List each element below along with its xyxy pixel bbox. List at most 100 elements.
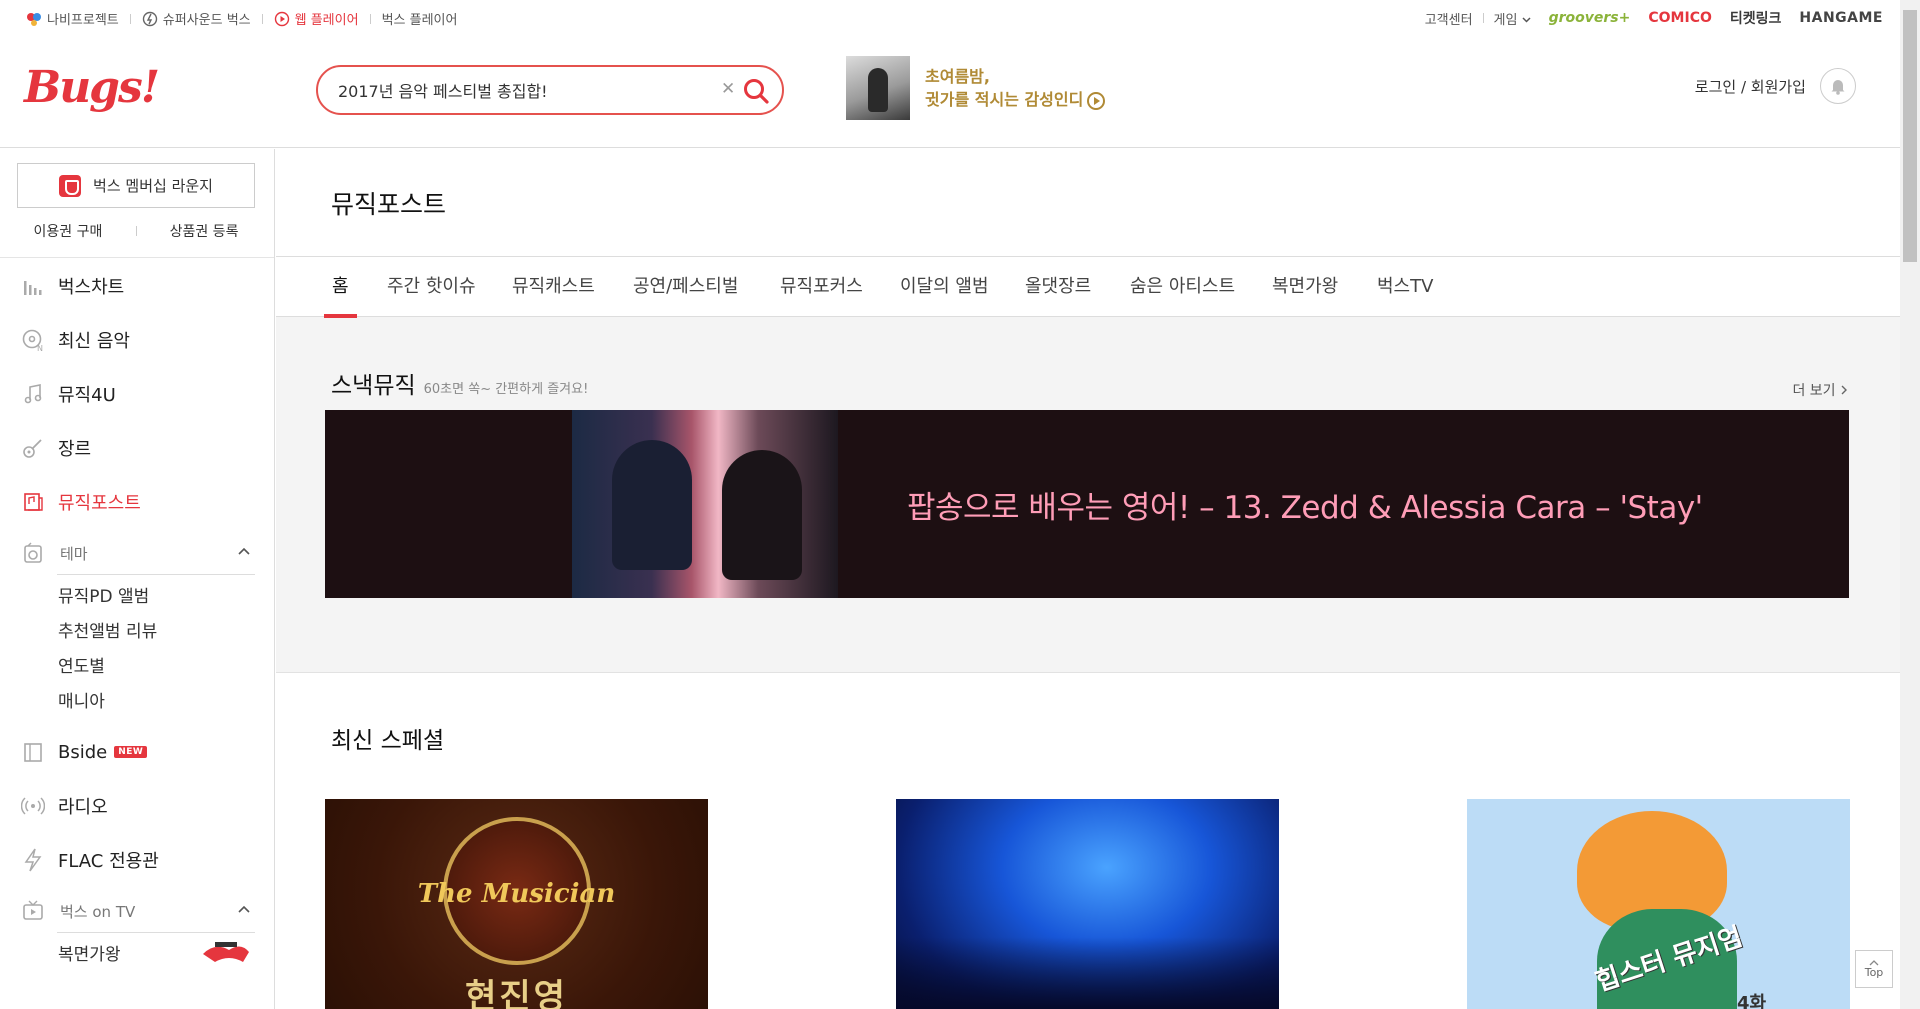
game-label: 게임 [1493, 12, 1518, 28]
sidebar-group-label: 벅스 on TV [60, 902, 136, 921]
tab-concert-festival[interactable]: 공연/페스티벌 [633, 257, 738, 317]
sidebar-item-chart[interactable]: 벅스차트 [0, 259, 274, 313]
chevron-down-icon [1522, 16, 1531, 23]
more-link[interactable]: 더 보기 [1792, 380, 1848, 400]
tab-music-cast[interactable]: 뮤직캐스트 [512, 257, 595, 317]
scroll-top-button[interactable]: Top [1855, 950, 1893, 988]
scrollbar-thumb[interactable] [1903, 10, 1917, 262]
sidebar-item-new-music[interactable]: N 최신 음악 [0, 313, 274, 367]
play-circle-icon[interactable] [1087, 91, 1106, 110]
ticketlink-link[interactable]: 티켓링크 [1730, 8, 1782, 28]
tab-music-focus[interactable]: 뮤직포커스 [780, 257, 863, 317]
sidebar-item-radio[interactable]: 라디오 [0, 779, 274, 833]
tab-bugs-tv[interactable]: 벅스TV [1377, 257, 1433, 317]
sidebar-nav: 벅스차트 N 최신 음악 뮤직4U 장르 뮤직포스트 테마 뮤직PD 앨범 추천… [0, 259, 274, 970]
sidebar-subitem[interactable]: 매니아 [0, 682, 274, 717]
chevron-up-icon [1869, 960, 1879, 966]
hangame-link[interactable]: HANGAME [1799, 10, 1883, 26]
book-icon [24, 743, 42, 762]
chevron-up-icon[interactable] [237, 545, 251, 559]
header-promo[interactable]: 초여름밤, 귓가를 적시는 감성인디 [846, 56, 1106, 120]
snack-music-section: 스낵뮤직 60초면 쏙~ 간편하게 즐겨요! 더 보기 팝송으로 배우는 영어! … [276, 318, 1900, 672]
buy-pass-link[interactable]: 이용권 구매 [34, 221, 103, 241]
notification-bell-button[interactable] [1820, 68, 1856, 104]
chevron-right-icon [1841, 385, 1847, 395]
tab-all-that-genre[interactable]: 올댓장르 [1025, 257, 1091, 317]
groovers-link[interactable]: groovers+ [1549, 10, 1631, 26]
sidebar-item-flac[interactable]: FLAC 전용관 [0, 833, 274, 887]
chevron-up-icon[interactable] [237, 903, 251, 917]
sidebar-item-music4u[interactable]: 뮤직4U [0, 367, 274, 421]
navi-project-label: 나비프로젝트 [47, 13, 119, 28]
snack-banner[interactable]: 팝송으로 배우는 영어! – 13. Zedd & Alessia Cara –… [325, 410, 1849, 598]
promo-thumbnail [846, 56, 910, 120]
divider [57, 574, 255, 575]
lightning-icon [24, 848, 42, 872]
sidebar-item-label: 최신 음악 [58, 331, 130, 352]
web-player-link[interactable]: 웹 플레이어 [274, 9, 359, 28]
membership-lounge-button[interactable]: 벅스 멤버십 라운지 [17, 163, 255, 208]
clear-search-icon[interactable]: ✕ [721, 79, 735, 99]
sidebar-item-label: 라디오 [58, 797, 108, 818]
card-caption: The Musician [417, 879, 616, 909]
comico-link[interactable]: COMICO [1648, 10, 1712, 26]
special-card[interactable]: The Musician 현진영 [325, 799, 708, 1009]
sidebar-group-tv[interactable]: 벅스 on TV [0, 887, 274, 935]
sidebar-item-label: FLAC 전용관 [58, 851, 159, 872]
supersound-link[interactable]: 슈퍼사운드 벅스 [142, 9, 251, 28]
chart-bars-icon [24, 281, 42, 295]
top-utility-bar: 나비프로젝트 슈퍼사운드 벅스 웹 플레이어 벅스 플레이어 고객센터 게임 g… [0, 0, 1900, 36]
tab-weekly-hot-issue[interactable]: 주간 핫이슈 [387, 257, 476, 317]
register-voucher-link[interactable]: 상품권 등록 [170, 221, 239, 241]
bugs-logo[interactable]: Bugs! [24, 62, 160, 113]
sidebar-group-theme[interactable]: 테마 [0, 529, 274, 577]
search-icon[interactable] [742, 77, 770, 105]
search-input[interactable] [338, 79, 708, 101]
sidebar-item-music-post[interactable]: 뮤직포스트 [0, 475, 274, 529]
page-header: 뮤직포스트 [276, 149, 1900, 257]
tab-album-of-month[interactable]: 이달의 앨범 [900, 257, 989, 317]
tab-home[interactable]: 홈 [324, 257, 356, 318]
sidebar-item-bside[interactable]: Bside NEW [0, 725, 274, 779]
membership-label: 벅스 멤버십 라운지 [93, 177, 213, 195]
left-sidebar: 벅스 멤버십 라운지 이용권 구매 상품권 등록 벅스차트 N 최신 음악 뮤직… [0, 149, 275, 1009]
main-content: 뮤직포스트 홈 주간 핫이슈 뮤직캐스트 공연/페스티벌 뮤직포커스 이달의 앨… [276, 149, 1900, 1009]
tab-hidden-artist[interactable]: 숨은 아티스트 [1130, 257, 1235, 317]
new-disc-icon: N [22, 329, 43, 352]
membership-icon [59, 174, 82, 197]
guitar-icon [23, 439, 42, 458]
card-name: 현진영 [465, 977, 568, 1009]
sidebar-group-label: 테마 [60, 544, 88, 563]
sidebar-subitem[interactable]: 연도별 [0, 647, 274, 682]
sidebar-item-genre[interactable]: 장르 [0, 421, 274, 475]
special-card[interactable]: 힙스터 뮤지엄 4화 [1467, 799, 1850, 1009]
special-card[interactable] [896, 799, 1279, 1009]
sidebar-item-label: 벅스차트 [58, 277, 125, 298]
tab-bar: 홈 주간 핫이슈 뮤직캐스트 공연/페스티벌 뮤직포커스 이달의 앨범 올댓장르… [276, 257, 1900, 318]
bugs-player-link[interactable]: 벅스 플레이어 [382, 9, 458, 28]
snack-subtitle: 60초면 쏙~ 간편하게 즐겨요! [423, 382, 589, 397]
top-label: Top [1864, 966, 1884, 979]
promo-text: 초여름밤, 귓가를 적시는 감성인디 [925, 65, 1106, 111]
divider [369, 13, 371, 24]
divider [57, 932, 255, 933]
sidebar-item-label: 장르 [58, 439, 92, 460]
new-badge: NEW [114, 746, 148, 758]
customer-center-link[interactable]: 고객센터 [1425, 9, 1473, 28]
svg-text:N: N [37, 344, 43, 352]
navi-project-link[interactable]: 나비프로젝트 [26, 9, 119, 28]
sidebar-item-label: 뮤직포스트 [58, 493, 141, 514]
bugs-player-label: 벅스 플레이어 [381, 13, 458, 28]
tab-masked-singer[interactable]: 복면가왕 [1272, 257, 1338, 317]
bell-icon [1831, 80, 1845, 95]
sidebar-subitem[interactable]: 추천앨범 리뷰 [0, 612, 274, 647]
banner-figure [612, 440, 692, 570]
sidebar-subitem[interactable]: 뮤직PD 앨범 [0, 577, 274, 612]
section-title: 최신 스페셜 [331, 728, 445, 754]
site-header: Bugs! ✕ 초여름밤, 귓가를 적시는 감성인디 로그인 / 회원가입 [0, 36, 1900, 148]
login-signup-link[interactable]: 로그인 / 회원가입 [1695, 76, 1806, 97]
membership-links: 이용권 구매 상품권 등록 [17, 221, 255, 241]
game-menu[interactable]: 게임 [1494, 9, 1531, 28]
sidebar-subitem-masked-singer[interactable]: 복면가왕 [0, 935, 274, 970]
supersound-icon [142, 11, 157, 26]
